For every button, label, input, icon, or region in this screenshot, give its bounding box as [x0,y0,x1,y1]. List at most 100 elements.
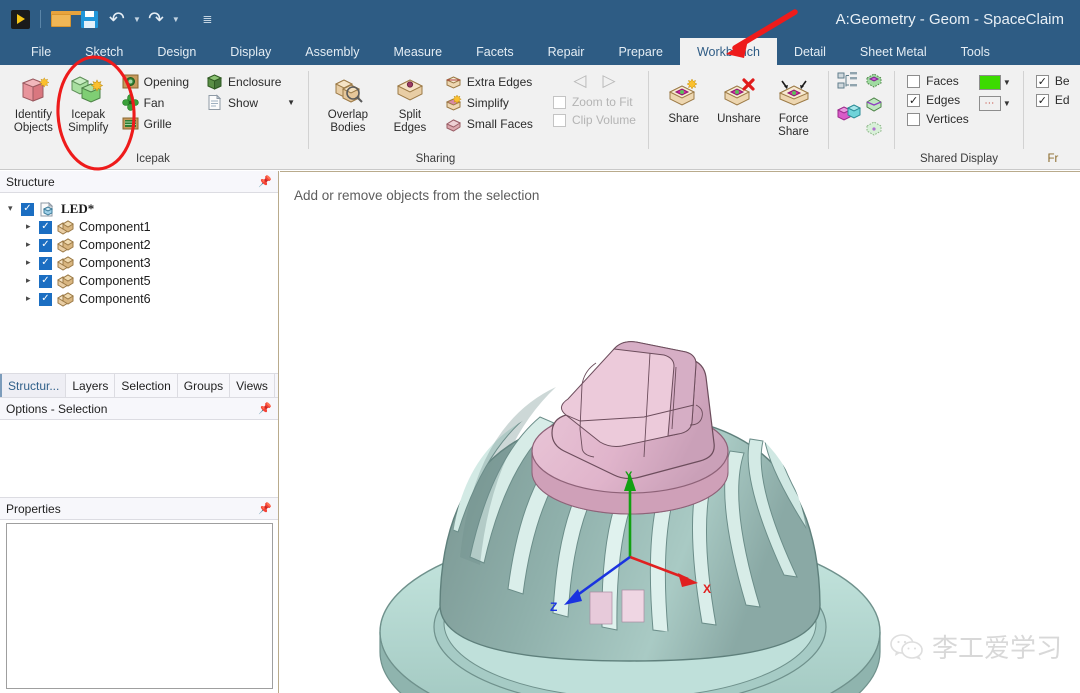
redo-button[interactable]: ↷ [143,6,169,32]
edges-row[interactable]: ✓ Edges [903,91,973,109]
split-edges-button[interactable]: Split Edges [379,69,441,135]
frozen-ed-row[interactable]: ✓ Ed [1032,91,1074,109]
tree-row-component6[interactable]: ▸ ✓ Component6 [0,290,278,308]
shared-faces-icon[interactable] [865,72,883,93]
expander-icon[interactable]: ▸ [26,294,39,304]
undo-button[interactable]: ↶ [104,6,130,32]
ribbon-tab-file[interactable]: File [14,38,68,65]
ribbon-tab-sheet-metal[interactable]: Sheet Metal [843,38,944,65]
enclosure-button[interactable]: Enclosure [204,72,300,91]
panel-tab-structur[interactable]: Structur... [0,374,67,397]
pin-icon[interactable]: 📌 [258,175,272,188]
ribbon-tab-detail[interactable]: Detail [777,38,843,65]
shared-edges-icon[interactable] [865,96,883,117]
share-button[interactable]: Share [657,73,711,126]
properties-pin-icon[interactable]: 📌 [258,502,272,515]
enclosure-label: Enclosure [228,74,282,89]
save-button[interactable] [76,6,102,32]
ribbon-tab-sketch[interactable]: Sketch [68,38,140,65]
graphics-viewport[interactable]: Add or remove objects from the selection [280,171,1080,693]
tree-row-component3[interactable]: ▸ ✓ Component3 [0,254,278,272]
zoom-to-fit-row[interactable]: Zoom to Fit [549,93,640,111]
nav-next-icon[interactable]: ▷ [602,73,615,90]
identify-objects-label-1: Identify [14,109,52,121]
tree-checkbox[interactable]: ✓ [39,292,52,306]
open-button[interactable] [48,6,85,32]
tree-checkbox[interactable]: ✓ [39,238,52,252]
panel-tab-selection[interactable]: Selection [115,374,178,397]
clip-volume-row[interactable]: Clip Volume [549,111,640,129]
opening-button[interactable]: Opening [120,72,194,91]
ribbon-tab-design[interactable]: Design [140,38,213,65]
panel-tab-groups[interactable]: Groups [178,374,231,397]
expander-icon[interactable]: ▸ [26,276,39,286]
share-tree-icon[interactable] [837,71,861,96]
show-dropdown-caret-icon[interactable]: ▼ [287,98,295,107]
faces-color-caret-icon[interactable]: ▼ [1003,78,1011,87]
zoom-to-fit-checkbox[interactable] [552,95,566,109]
tree-checkbox[interactable]: ✓ [39,274,52,288]
icepak-simplify-label-1: Icepak [71,109,106,121]
tree-checkbox[interactable]: ✓ [39,256,52,270]
ribbon-tab-repair[interactable]: Repair [531,38,602,65]
force-share-button[interactable]: Force Share [767,73,820,139]
simplify-button[interactable]: Simplify [443,93,538,112]
options-pin-icon[interactable]: 📌 [258,402,272,415]
tree-checkbox[interactable]: ✓ [39,220,52,234]
tree-row-component1[interactable]: ▸ ✓ Component1 [0,218,278,236]
ribbon-tab-assembly[interactable]: Assembly [288,38,376,65]
properties-grid[interactable] [6,523,273,689]
vertices-row[interactable]: Vertices [903,110,973,128]
tree-row-component5[interactable]: ▸ ✓ Component5 [0,272,278,290]
ribbon-tab-prepare[interactable]: Prepare [601,38,679,65]
edges-style-swatch[interactable]: ⋯ [978,96,1001,111]
tree-checkbox[interactable]: ✓ [21,202,34,216]
expander-icon[interactable]: ▸ [26,222,39,232]
panel-tab-views[interactable]: Views [230,374,275,397]
shared-bodies-icon[interactable] [836,102,861,127]
undo-dropdown-caret-icon[interactable]: ▼ [133,15,141,24]
customize-qat-button[interactable]: ≣ [194,6,220,32]
faces-color-swatch[interactable] [978,75,1001,90]
nav-prev-icon[interactable]: ◁ [573,73,586,90]
show-button[interactable]: Show ▼ [204,93,300,112]
faces-checkbox[interactable] [907,74,921,88]
faces-row[interactable]: Faces [903,72,973,90]
ribbon-tab-measure[interactable]: Measure [376,38,459,65]
force-share-label-2: Share [778,126,809,138]
small-faces-button[interactable]: Small Faces [443,114,538,133]
edges-checkbox[interactable]: ✓ [907,93,921,107]
frozen-be-checkbox[interactable]: ✓ [1035,74,1049,88]
led-heatsink-model[interactable]: Y X Z [280,227,1080,693]
small-faces-icon [445,115,462,132]
icepak-simplify-button[interactable]: Icepak Simplify [61,69,116,135]
edges-style-caret-icon[interactable]: ▼ [1003,99,1011,108]
grille-button[interactable]: Grille [120,114,194,133]
unshare-button[interactable]: Unshare [711,73,768,126]
assembly-doc-icon [39,201,56,217]
ribbon-tab-display[interactable]: Display [213,38,288,65]
extra-edges-button[interactable]: Extra Edges [443,72,538,91]
vertices-checkbox[interactable] [907,112,921,126]
tree-row-component2[interactable]: ▸ ✓ Component2 [0,236,278,254]
app-menu-button[interactable] [7,6,33,32]
expander-icon[interactable]: ▸ [26,240,39,250]
tree-row-root[interactable]: ▾ ✓ LED* [0,200,278,218]
overlap-bodies-button[interactable]: Overlap Bodies [317,69,379,135]
expander-icon[interactable]: ▸ [26,258,39,268]
shared-vertices-icon[interactable] [865,120,883,141]
share-mini-col-2 [865,71,883,141]
small-faces-label: Small Faces [466,116,533,131]
panel-tab-layers[interactable]: Layers [66,374,116,397]
identify-objects-button[interactable]: Identify Objects [6,69,61,135]
ribbon-tab-tools[interactable]: Tools [944,38,1007,65]
clip-volume-checkbox[interactable] [552,113,566,127]
redo-dropdown-caret-icon[interactable]: ▼ [172,15,180,24]
frozen-ed-checkbox[interactable]: ✓ [1035,93,1049,107]
ribbon-tab-workbench[interactable]: Workbench [679,38,777,65]
options-panel-body [0,420,278,498]
fan-button[interactable]: Fan [120,93,194,112]
frozen-be-row[interactable]: ✓ Be [1032,72,1074,90]
expander-icon[interactable]: ▾ [8,204,21,214]
ribbon-tab-facets[interactable]: Facets [459,38,531,65]
